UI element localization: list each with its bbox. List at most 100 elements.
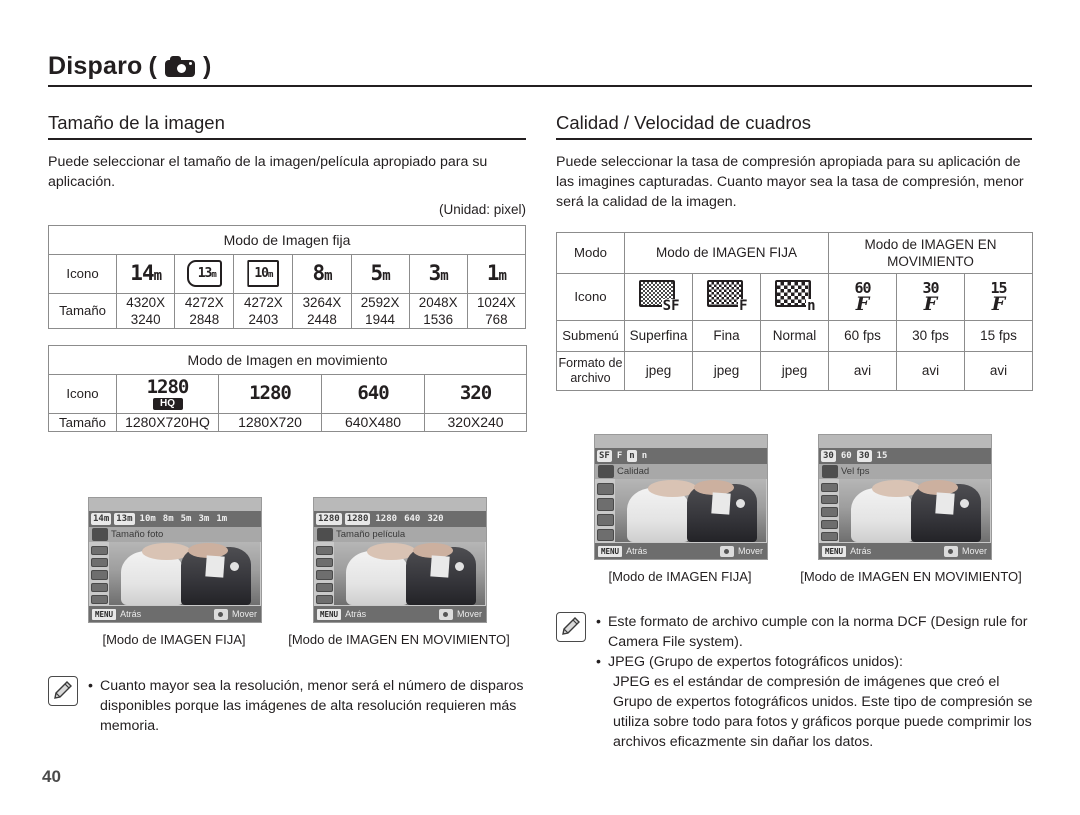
side-icon[interactable]	[596, 498, 614, 511]
lcd-tab[interactable]: 1280	[316, 513, 342, 525]
side-icon[interactable]	[315, 594, 333, 605]
lcd-tab[interactable]: 5m	[179, 513, 194, 525]
icon-3m: 3m	[408, 253, 468, 294]
size-cell: 640X480	[321, 412, 425, 432]
lcd-menu-label: Calidad	[617, 466, 650, 477]
lcd-menu-row: Tamaño película	[314, 527, 486, 542]
lcd-tab[interactable]: 10m	[138, 513, 158, 525]
menu-icon	[822, 465, 838, 478]
lcd-tab[interactable]: 1280	[344, 513, 371, 525]
lcd-tab[interactable]: 1280	[373, 513, 399, 525]
side-icon[interactable]	[315, 570, 333, 580]
side-icon[interactable]	[820, 519, 838, 529]
side-icon[interactable]	[315, 558, 333, 568]
size-cell: 320X240	[423, 412, 528, 432]
lcd-side-icons	[315, 544, 333, 605]
lcd-preview-photo	[334, 542, 485, 605]
row-label-icon: Icono	[556, 272, 625, 321]
lcd-statusbar	[314, 498, 486, 511]
row-label-format: Formato de archivo	[556, 350, 625, 391]
dpad-icon[interactable]	[943, 545, 958, 557]
lcd-tab[interactable]: 3m	[196, 513, 211, 525]
lcd-menu-label: Vel fps	[841, 466, 870, 477]
note-resolution: • Cuanto mayor sea la resolución, menor …	[48, 676, 538, 736]
lcd-tab[interactable]: 8m	[161, 513, 176, 525]
side-icon[interactable]	[90, 582, 108, 592]
note-pencil-icon	[48, 676, 78, 706]
format-cell: avi	[964, 350, 1034, 391]
side-icon[interactable]	[90, 594, 108, 605]
side-icon[interactable]	[596, 483, 614, 496]
lcd-tab[interactable]: n	[627, 450, 637, 462]
chapter-title-text: Disparo	[48, 52, 143, 80]
icon-14m: 14m	[116, 253, 176, 294]
side-icon[interactable]	[596, 513, 614, 526]
lcd-preview-photo	[615, 479, 766, 542]
unit-note: (Unidad: pixel)	[438, 201, 526, 217]
submenu-cell: Normal	[759, 319, 830, 352]
move-label: Mover	[961, 546, 987, 556]
size-cell: 4272X 2403	[233, 292, 294, 329]
lcd-tab[interactable]: F	[615, 450, 624, 462]
dpad-icon[interactable]	[438, 608, 453, 620]
table-row: Submenú Superfina Fina Normal 60 fps 30 …	[556, 319, 1034, 352]
icon-5m: 5m	[350, 253, 410, 294]
menu-button-badge[interactable]: MENU	[822, 545, 847, 557]
table-row: Icono 14m 13m 10m 8m 5m 3m 1m	[47, 253, 527, 294]
movie-image-size-table: Modo de Imagen en movimiento Icono 1280 …	[47, 344, 528, 432]
table-row: Icono SF F n 60 F 30 F 15 F	[556, 272, 1034, 321]
group-header-movie: Modo de IMAGEN EN MOVIMIENTO	[828, 231, 1034, 274]
lcd-tab[interactable]: 14m	[91, 513, 112, 525]
section-divider	[556, 138, 1032, 140]
section-title-quality: Calidad / Velocidad de cuadros	[556, 112, 812, 133]
menu-button-badge[interactable]: MENU	[92, 608, 117, 620]
side-icon[interactable]	[315, 582, 333, 592]
menu-button-badge[interactable]: MENU	[317, 608, 342, 620]
lcd-tab[interactable]: 1m	[214, 513, 229, 525]
icon-15fps: 15 F	[964, 272, 1034, 321]
manual-page: Disparo ( ) Tamaño de la imagen Puede se…	[0, 0, 1080, 815]
movie-table-header: Modo de Imagen en movimiento	[47, 344, 528, 375]
dpad-icon[interactable]	[213, 608, 228, 620]
row-label-mode: Modo	[556, 231, 625, 274]
side-icon[interactable]	[90, 570, 108, 580]
side-icon[interactable]	[820, 507, 838, 517]
side-icon[interactable]	[820, 483, 838, 493]
side-icon[interactable]	[315, 546, 333, 556]
side-icon[interactable]	[820, 495, 838, 505]
dpad-icon[interactable]	[719, 545, 734, 557]
icon-10m-pano: 10m	[233, 253, 294, 294]
hq-badge: HQ	[152, 397, 183, 410]
icon-fine: F	[692, 272, 761, 321]
menu-button-badge[interactable]: MENU	[598, 545, 623, 557]
lcd-tab[interactable]: n	[640, 450, 649, 462]
side-icon[interactable]	[820, 531, 838, 542]
side-icon[interactable]	[90, 546, 108, 556]
note-text-block: • Cuanto mayor sea la resolución, menor …	[88, 676, 538, 736]
icon-1m: 1m	[466, 253, 527, 294]
icon-30fps: 30 F	[896, 272, 966, 321]
lcd-screenshot-quality: SF F n n Calidad MENU Atrás Mover	[594, 434, 768, 560]
lcd-tab[interactable]: 640	[402, 513, 422, 525]
back-label: Atrás	[345, 609, 367, 619]
lcd-tab[interactable]: 60	[839, 450, 854, 462]
size-cell: 2048X 1536	[408, 292, 468, 329]
back-label: Atrás	[626, 546, 648, 556]
format-cell: avi	[896, 350, 966, 391]
caption-quality-still: [Modo de IMAGEN FIJA]	[608, 569, 752, 584]
side-icon[interactable]	[596, 528, 614, 541]
lcd-tab[interactable]: 15	[875, 450, 890, 462]
row-label-size: Tamaño	[48, 412, 117, 432]
lcd-preview-photo	[839, 479, 990, 542]
lcd-tab[interactable]: 320	[425, 513, 445, 525]
side-icon[interactable]	[90, 558, 108, 568]
size-cell: 4320X 3240	[116, 292, 176, 329]
size-cell: 2592X 1944	[350, 292, 410, 329]
lcd-tab[interactable]: 13m	[114, 513, 135, 525]
lcd-tab[interactable]: 30	[821, 450, 836, 462]
lcd-tab[interactable]: 30	[856, 450, 872, 462]
row-label-size: Tamaño	[47, 292, 118, 329]
lcd-tab[interactable]: SF	[597, 450, 612, 462]
icon-1280hq: 1280 HQ	[116, 373, 219, 414]
row-label-icon: Icono	[47, 253, 118, 294]
